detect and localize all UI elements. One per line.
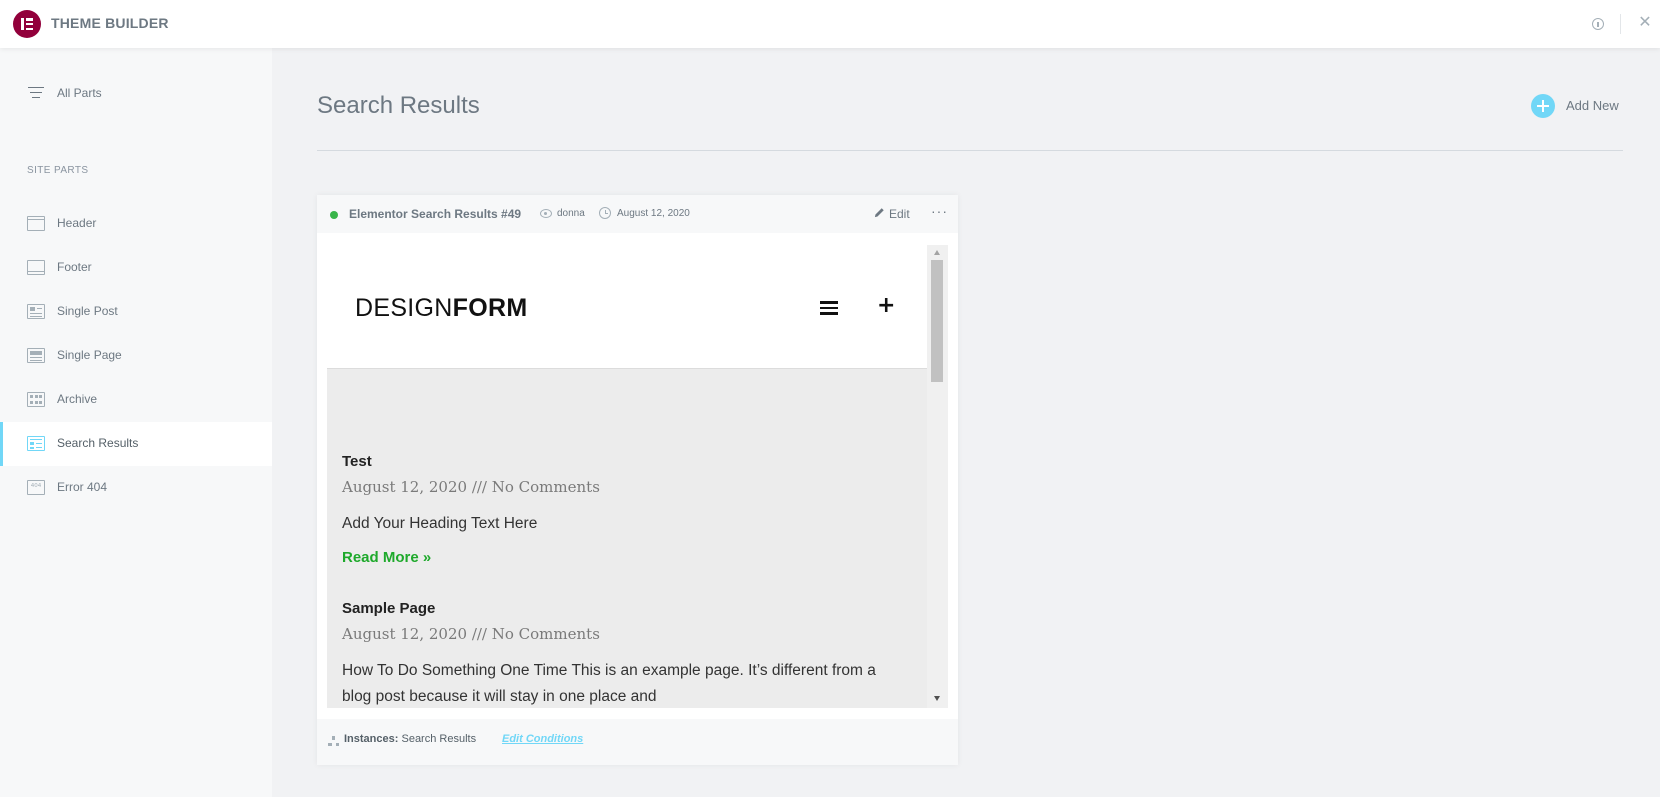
scroll-up-arrow-icon[interactable] — [934, 250, 940, 255]
preview-site-header: DESIGNFORM + — [327, 245, 927, 369]
site-parts-heading: SITE PARTS — [27, 165, 89, 176]
hamburger-menu-icon[interactable] — [820, 301, 838, 315]
plus-circle-icon — [1531, 94, 1555, 118]
clock-icon — [599, 207, 611, 219]
plus-icon[interactable]: + — [877, 293, 895, 318]
all-parts-label: All Parts — [57, 86, 102, 100]
all-parts-link[interactable]: All Parts — [0, 78, 272, 108]
preview-scrollbar[interactable] — [927, 245, 948, 708]
single-post-icon — [27, 304, 45, 319]
template-card: Elementor Search Results #49 donna Augus… — [317, 195, 958, 765]
read-more-link[interactable]: Read More » — [342, 549, 902, 566]
sidebar-item-label: Footer — [57, 260, 92, 274]
scroll-down-arrow-icon[interactable] — [934, 696, 940, 701]
sidebar-item-archive[interactable]: Archive — [0, 378, 272, 422]
result-post: Sample Page August 12, 2020 /// No Comme… — [342, 600, 902, 708]
logo-text-light: DESIGN — [355, 294, 453, 322]
sidebar-item-search-results[interactable]: Search Results — [0, 422, 272, 466]
search-results-icon — [27, 436, 45, 451]
post-meta: August 12, 2020 /// No Comments — [342, 478, 600, 496]
sitemap-icon — [328, 736, 339, 746]
template-preview[interactable]: DESIGNFORM + Test August 12, 2020 /// No… — [327, 245, 948, 708]
sidebar-item-label: Single Post — [57, 304, 118, 318]
sidebar-item-label: Archive — [57, 392, 98, 406]
filter-icon — [28, 87, 44, 99]
site-parts-nav: Header Footer Single Post Single Page Ar… — [0, 202, 272, 510]
post-excerpt: How To Do Something One Time This is an … — [342, 662, 876, 705]
sidebar-item-label: Header — [57, 216, 97, 230]
sidebar: All Parts SITE PARTS Header Footer Singl… — [0, 48, 272, 797]
post-excerpt: Add Your Heading Text Here — [342, 515, 538, 532]
scrollbar-thumb[interactable] — [931, 260, 943, 382]
close-icon[interactable]: ✕ — [1637, 15, 1653, 31]
post-title[interactable]: Sample Page — [342, 600, 902, 617]
post-meta: August 12, 2020 /// No Comments — [342, 625, 600, 643]
single-page-icon — [27, 348, 45, 363]
topbar-divider — [1620, 14, 1621, 34]
error-404-icon-text: 404 — [30, 482, 42, 489]
result-post: Test August 12, 2020 /// No Comments Add… — [342, 453, 902, 566]
archive-icon — [27, 392, 45, 407]
template-date: August 12, 2020 — [617, 208, 690, 219]
post-title[interactable]: Test — [342, 453, 902, 470]
card-footer: Instances: Search Results Edit Condition… — [317, 719, 958, 765]
instances-text: Instances: Search Results — [344, 733, 476, 745]
instances-label: Instances: — [344, 733, 399, 745]
page-title: Search Results — [317, 92, 480, 119]
add-new-button[interactable]: Add New — [1531, 94, 1631, 118]
sidebar-item-header[interactable]: Header — [0, 202, 272, 246]
more-options-icon[interactable]: ··· — [931, 204, 947, 220]
template-title: Elementor Search Results #49 — [349, 207, 522, 221]
preview-site-logo: DESIGNFORM — [355, 294, 527, 323]
info-icon[interactable] — [1592, 18, 1604, 30]
edit-label: Edit — [889, 207, 910, 221]
edit-conditions-link[interactable]: Edit Conditions — [502, 733, 583, 745]
status-dot-icon — [330, 211, 338, 219]
logo-text-bold: FORM — [452, 294, 528, 322]
top-bar: THEME BUILDER ✕ — [0, 0, 1660, 48]
preview-results-list: Test August 12, 2020 /// No Comments Add… — [327, 370, 927, 708]
header-icon — [27, 216, 45, 231]
footer-icon — [27, 260, 45, 275]
sidebar-item-label: Search Results — [57, 436, 139, 450]
app-title: THEME BUILDER — [51, 15, 169, 31]
sidebar-item-footer[interactable]: Footer — [0, 246, 272, 290]
instances-value: Search Results — [401, 733, 477, 745]
title-divider — [317, 150, 1623, 151]
card-header: Elementor Search Results #49 donna Augus… — [317, 195, 958, 233]
sidebar-item-error-404[interactable]: 404 Error 404 — [0, 466, 272, 510]
elementor-logo-icon — [13, 10, 41, 38]
template-author: donna — [557, 208, 585, 219]
sidebar-item-label: Single Page — [57, 348, 122, 362]
sidebar-item-label: Error 404 — [57, 480, 108, 494]
sidebar-item-single-post[interactable]: Single Post — [0, 290, 272, 334]
author-eye-icon — [540, 209, 552, 218]
pencil-icon — [874, 208, 884, 218]
error-404-icon: 404 — [27, 480, 45, 495]
add-new-label: Add New — [1566, 98, 1619, 113]
sidebar-item-single-page[interactable]: Single Page — [0, 334, 272, 378]
